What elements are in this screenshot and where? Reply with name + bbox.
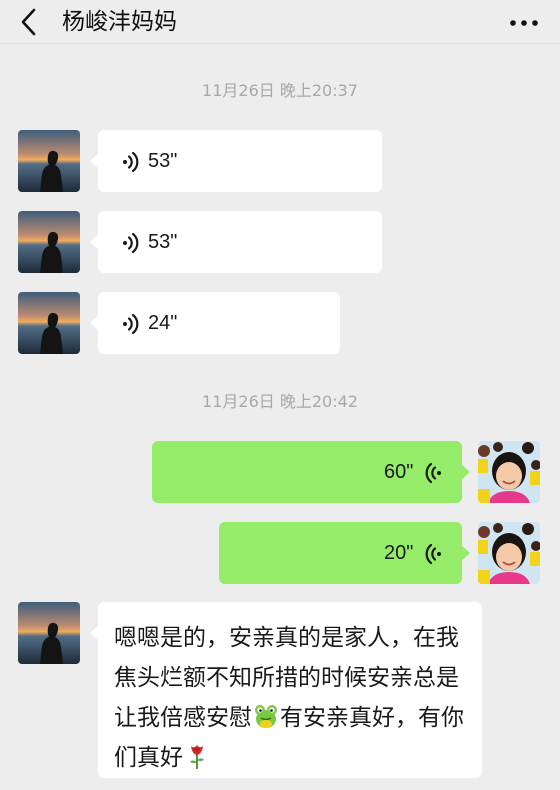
voice-wave-icon [123,151,139,173]
frog-emoji-icon [255,705,277,728]
voice-message-bubble[interactable]: 53" [90,211,382,273]
voice-wave-icon [123,232,139,254]
chevron-left-icon[interactable] [14,6,46,38]
voice-duration: 53" [148,231,178,253]
voice-duration: 60" [384,461,414,483]
chat-title: 杨峻沣妈妈 [62,9,177,35]
voice-duration: 20" [384,542,414,564]
voice-message-bubble[interactable]: 20" [219,522,470,584]
voice-message-bubble[interactable]: 53" [90,130,382,192]
voice-wave-icon [425,462,441,484]
avatar[interactable] [18,602,80,664]
avatar[interactable] [18,211,80,273]
avatar[interactable] [18,130,80,192]
my-avatar[interactable] [478,441,540,503]
my-avatar[interactable] [478,522,540,584]
message-timestamp: 11月26日 晚上20:37 [202,81,358,100]
voice-message-bubble[interactable]: 24" [90,292,340,354]
voice-duration: 24" [148,312,178,334]
back-button[interactable] [14,6,46,38]
rose-emoji-icon [190,745,204,769]
more-button[interactable] [506,6,542,38]
message-timestamp: 11月26日 晚上20:42 [202,392,358,411]
voice-wave-icon [425,543,441,565]
voice-message-bubble[interactable]: 60" [152,441,470,503]
voice-duration: 53" [148,150,178,172]
chat-header: 杨峻沣妈妈 [0,0,560,44]
voice-wave-icon [123,313,139,335]
text-message-bubble[interactable]: 嗯嗯是的，安亲真的是家人，在我焦头烂额不知所措的时候安亲总是让我倍感安慰 有安亲… [90,602,482,778]
more-dots-icon[interactable] [506,6,542,38]
avatar[interactable] [18,292,80,354]
